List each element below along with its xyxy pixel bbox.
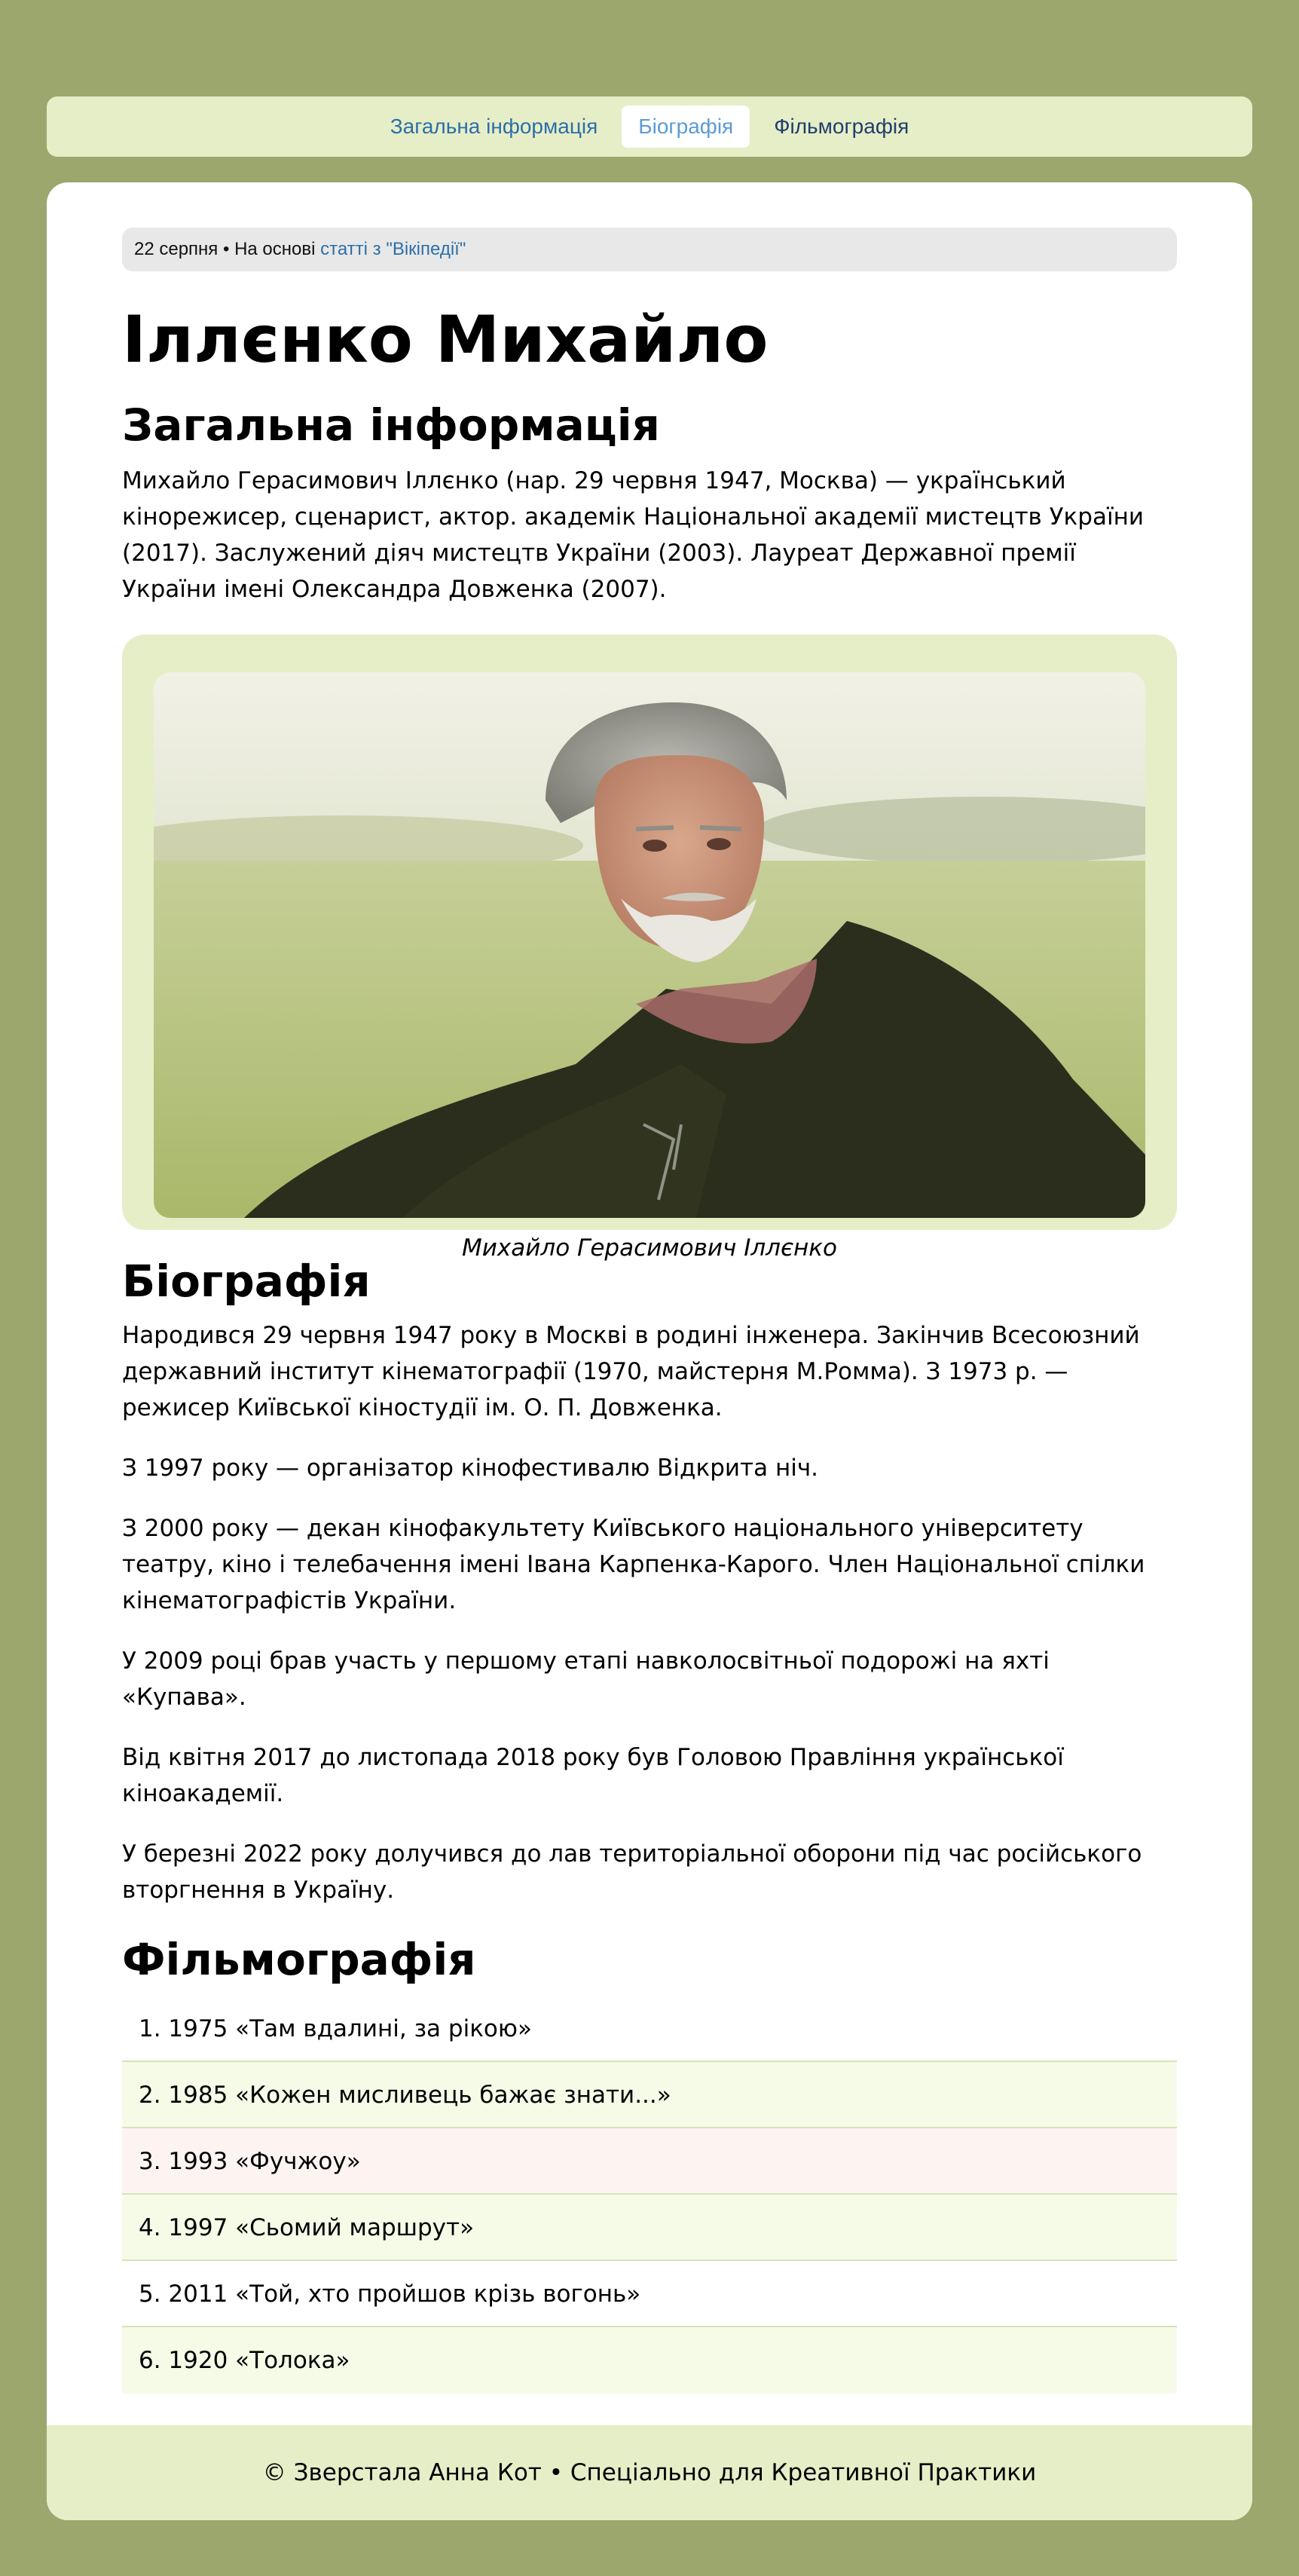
bio-paragraph: З 2000 року — декан кінофакультету Київс… bbox=[122, 1515, 1145, 1614]
film-list-item: 3. 1993 «Фучжоу» bbox=[122, 2128, 1177, 2195]
section-heading-filmography: Фільмографія bbox=[122, 1934, 476, 1985]
meta-prefix: На основі bbox=[234, 239, 316, 259]
portrait-caption: Михайло Герасимович Іллєнко bbox=[462, 1234, 837, 1262]
nav-link-filmography[interactable]: Фільмографія bbox=[757, 106, 925, 148]
film-list-item: 4. 1997 «Сьомий маршрут» bbox=[122, 2195, 1177, 2261]
portrait-figure: Михайло Герасимович Іллєнко bbox=[122, 635, 1177, 1262]
bio-paragraph: З 1997 року — організатор кінофестивалю … bbox=[122, 1455, 818, 1482]
filmography-list: 1. 1975 «Там вдалині, за рікою» 2. 1985 … bbox=[122, 1996, 1177, 2394]
bio-paragraph: Народився 29 червня 1947 року в Москві в… bbox=[122, 1322, 1140, 1421]
page-footer: © Зверстала Анна Кот • Спеціально для Кр… bbox=[47, 2425, 1252, 2520]
nav-link-general-info[interactable]: Загальна інформація bbox=[374, 106, 615, 148]
main-content-card: 22 серпня • На основі статті з "Вікіпеді… bbox=[47, 182, 1252, 2520]
page-title: Іллєнко Михайло bbox=[122, 302, 769, 378]
portrait-photo bbox=[154, 672, 1145, 1218]
film-list-item: 1. 1975 «Там вдалині, за рікою» bbox=[122, 1996, 1177, 2062]
meta-separator: • bbox=[222, 239, 230, 259]
top-navigation: Загальна інформація Біографія Фільмограф… bbox=[47, 96, 1252, 157]
meta-date: 22 серпня bbox=[134, 239, 219, 259]
bio-paragraph: У 2009 році брав участь у першому етапі … bbox=[122, 1647, 1050, 1711]
article: 22 серпня • На основі статті з "Вікіпеді… bbox=[122, 228, 1177, 2394]
biography-section: Народився 29 червня 1947 року в Москві в… bbox=[122, 1317, 1177, 1908]
article-meta-bar: 22 серпня • На основі статті з "Вікіпеді… bbox=[122, 228, 1177, 271]
bio-paragraph: У березні 2022 року долучився до лав тер… bbox=[122, 1840, 1142, 1904]
section-heading-general: Загальна інформація bbox=[122, 399, 660, 451]
film-list-item: 6. 1920 «Толока» bbox=[122, 2327, 1177, 2394]
footer-text: © Зверстала Анна Кот • Спеціально для Кр… bbox=[262, 2459, 1037, 2486]
film-list-item: 2. 1985 «Кожен мисливець бажає знати...» bbox=[122, 2062, 1177, 2128]
wikipedia-source-link[interactable]: статті з "Вікіпедії" bbox=[320, 239, 466, 259]
nav-link-biography[interactable]: Біографія bbox=[622, 106, 750, 148]
general-info-text: Михайло Герасимович Іллєнко (нар. 29 чер… bbox=[122, 467, 1144, 603]
bio-paragraph: Від квітня 2017 до листопада 2018 року б… bbox=[122, 1744, 1064, 1807]
film-list-item: 5. 2011 «Той, хто пройшов крізь вогонь» bbox=[122, 2261, 1177, 2327]
